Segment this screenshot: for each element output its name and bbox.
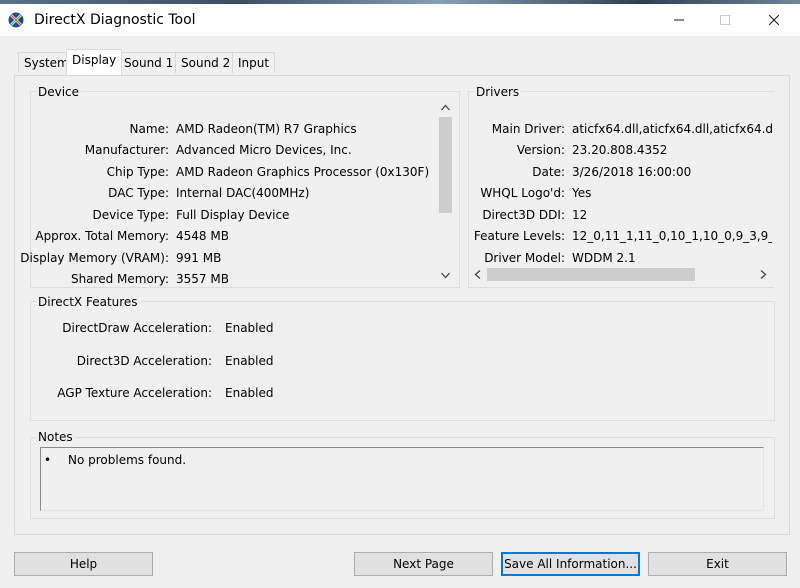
minimize-icon xyxy=(674,19,684,21)
tab-label: Input xyxy=(238,56,270,70)
driver-date-value: 3/26/2018 16:00:00 xyxy=(572,165,692,179)
next-page-button[interactable]: Next Page xyxy=(354,552,493,576)
whql-label: WHQL Logo'd: xyxy=(480,186,565,200)
device-shared-memory-label: Shared Memory: xyxy=(70,272,169,286)
main-driver-value: aticfx64.dll,aticfx64.dll,aticfx64.dll,a… xyxy=(572,122,772,136)
directdraw-acceleration-value: Enabled xyxy=(225,321,274,335)
notes-item-text: No problems found. xyxy=(68,453,187,467)
device-shared-memory-value: 3557 MB xyxy=(176,272,229,286)
device-name-label: Name: xyxy=(129,122,169,136)
device-vram-value: 991 MB xyxy=(176,251,222,265)
directx-icon xyxy=(8,12,24,28)
tab-label: Display xyxy=(72,53,117,67)
directx-features-heading: DirectX Features xyxy=(36,295,140,309)
device-vram-label: Display Memory (VRAM): xyxy=(20,251,169,265)
device-chip-type-value: AMD Radeon Graphics Processor (0x130F) xyxy=(176,165,430,179)
help-button[interactable]: Help xyxy=(14,552,153,576)
next-page-button-label: Next Page xyxy=(393,557,454,571)
device-dac-type-value: Internal DAC(400MHz) xyxy=(176,186,310,200)
agp-texture-acceleration-label: AGP Texture Acceleration: xyxy=(57,386,212,400)
chevron-down-icon[interactable] xyxy=(441,272,450,279)
main-driver-label: Main Driver: xyxy=(491,122,565,136)
chevron-right-icon[interactable] xyxy=(760,270,767,279)
device-heading: Device xyxy=(36,85,82,99)
chevron-up-icon[interactable] xyxy=(441,104,450,111)
device-total-memory-value: 4548 MB xyxy=(176,229,229,243)
device-manufacturer-value: Advanced Micro Devices, Inc. xyxy=(176,143,352,157)
help-button-label: Help xyxy=(69,557,98,571)
notes-textbox[interactable]: • No problems found. xyxy=(40,447,764,511)
close-icon xyxy=(769,15,779,25)
close-button[interactable] xyxy=(756,7,792,33)
device-type-value: Full Display Device xyxy=(176,208,290,222)
driver-model-label: Driver Model: xyxy=(484,251,565,265)
save-all-button-label: Save All Information... xyxy=(504,557,637,571)
save-all-information-button[interactable]: Save All Information... xyxy=(501,552,640,576)
tab-display[interactable]: Display xyxy=(66,49,123,75)
direct3d-ddi-value: 12 xyxy=(572,208,588,222)
feature-levels-value: 12_0,11_1,11_0,10_1,10_0,9_3,9_2,9_1 xyxy=(572,229,772,243)
tab-sound-2[interactable]: Sound 2 xyxy=(175,52,237,73)
device-chip-type-label: Chip Type: xyxy=(106,165,169,179)
directdraw-acceleration-label: DirectDraw Acceleration: xyxy=(62,321,212,335)
device-type-label: Device Type: xyxy=(92,208,169,222)
tab-input[interactable]: Input xyxy=(232,52,276,73)
maximize-icon xyxy=(720,15,730,25)
device-scroll-thumb[interactable] xyxy=(439,117,452,213)
tab-bar: System Display Sound 1 Sound 2 Input xyxy=(0,36,800,76)
direct3d-acceleration-value: Enabled xyxy=(225,354,274,368)
window-title: DirectX Diagnostic Tool xyxy=(34,12,196,28)
device-total-memory-label: Approx. Total Memory: xyxy=(35,229,169,243)
driver-version-label: Version: xyxy=(516,143,565,157)
minimize-button[interactable] xyxy=(661,7,697,33)
tab-sound-1[interactable]: Sound 1 xyxy=(118,52,180,73)
device-dac-type-label: DAC Type: xyxy=(108,186,169,200)
device-vertical-scrollbar[interactable] xyxy=(437,99,454,285)
driver-model-value: WDDM 2.1 xyxy=(572,251,636,265)
agp-texture-acceleration-value: Enabled xyxy=(225,386,274,400)
device-name-value: AMD Radeon(TM) R7 Graphics xyxy=(176,122,357,136)
tab-label: Sound 2 xyxy=(181,56,231,70)
drivers-horizontal-scrollbar[interactable] xyxy=(470,266,772,283)
feature-levels-label: Feature Levels: xyxy=(473,229,565,243)
tab-label: System xyxy=(24,56,69,70)
exit-button-label: Exit xyxy=(706,557,729,571)
whql-value: Yes xyxy=(572,186,592,200)
notes-heading: Notes xyxy=(36,430,75,444)
notes-bullet: • xyxy=(44,453,52,467)
title-bar: DirectX Diagnostic Tool xyxy=(0,4,800,36)
device-manufacturer-label: Manufacturer: xyxy=(84,143,169,157)
direct3d-acceleration-label: Direct3D Acceleration: xyxy=(76,354,212,368)
driver-date-label: Date: xyxy=(532,165,565,179)
tab-label: Sound 1 xyxy=(124,56,174,70)
driver-version-value: 23.20.808.4352 xyxy=(572,143,668,157)
drivers-heading: Drivers xyxy=(474,85,522,99)
maximize-button[interactable] xyxy=(707,7,743,33)
chevron-left-icon[interactable] xyxy=(474,270,481,279)
drivers-scroll-thumb[interactable] xyxy=(487,268,695,281)
direct3d-ddi-label: Direct3D DDI: xyxy=(482,208,565,222)
exit-button[interactable]: Exit xyxy=(648,552,787,576)
